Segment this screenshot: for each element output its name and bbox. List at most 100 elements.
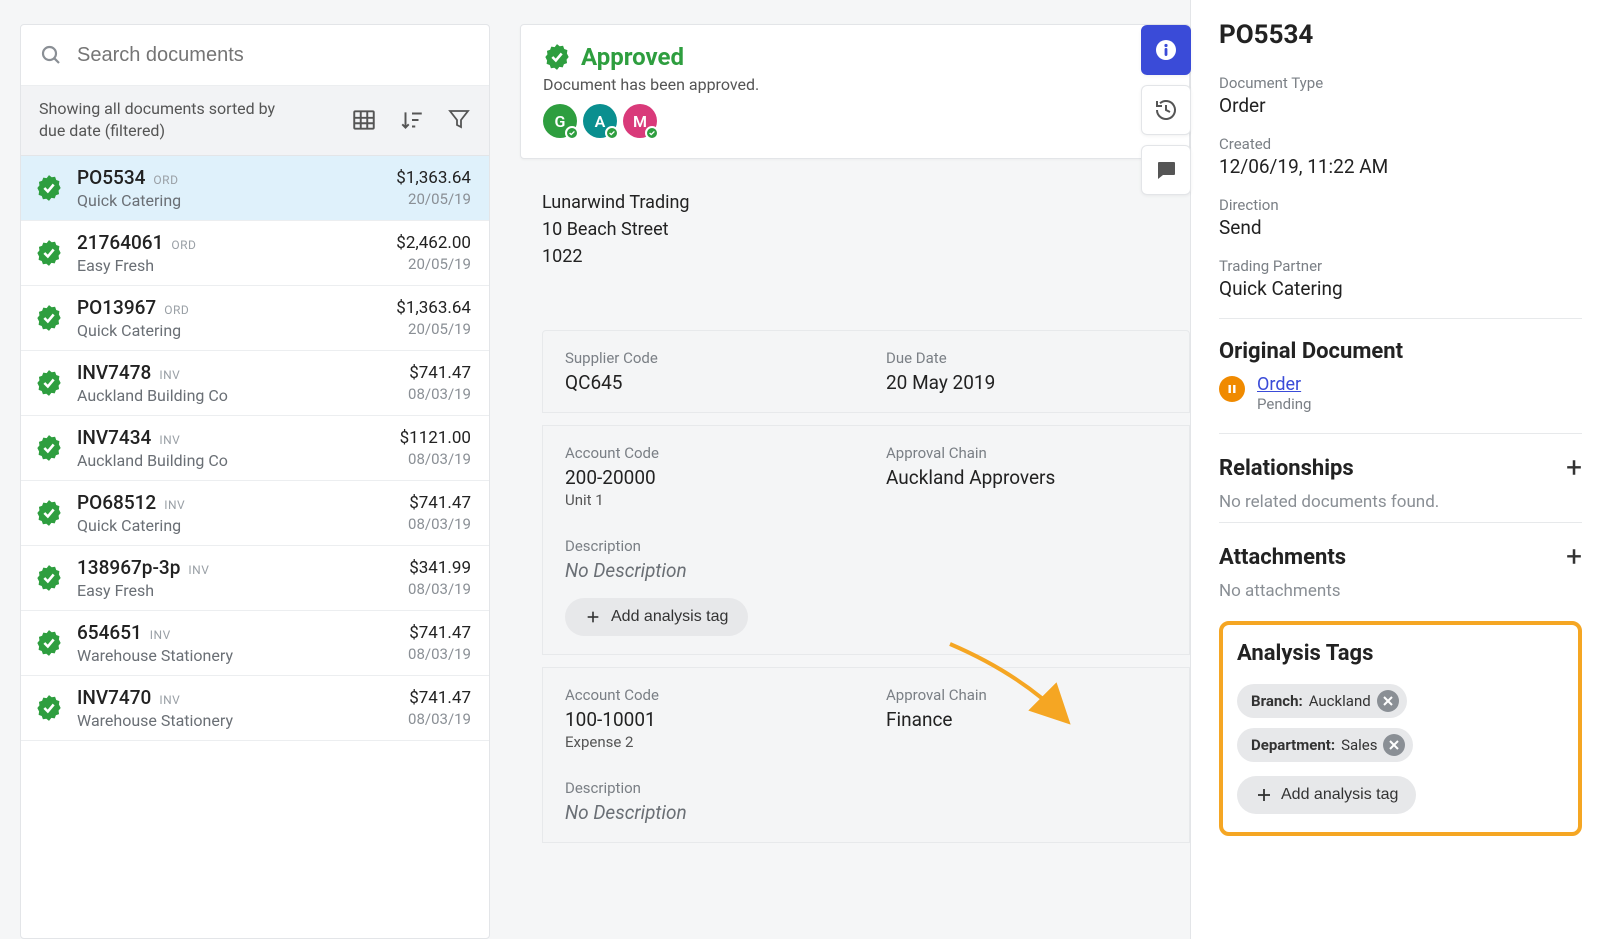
sort-icon[interactable] (399, 107, 425, 133)
history-icon (1154, 98, 1178, 122)
document-id: 21764061 (77, 231, 163, 254)
add-analysis-tag-button[interactable]: Add analysis tag (1237, 776, 1416, 814)
original-doc-status: Pending (1257, 395, 1311, 413)
chip-key: Branch: (1251, 692, 1303, 710)
approved-seal-icon (35, 304, 63, 332)
document-company: Easy Fresh (77, 256, 382, 275)
document-type-badge: INV (159, 368, 180, 382)
document-date: 08/03/19 (408, 645, 471, 663)
info-tab-button[interactable] (1141, 25, 1191, 75)
relationships-header: Relationships (1219, 456, 1354, 481)
detail-title: PO5534 (1219, 20, 1582, 50)
document-list-item[interactable]: INV7434INVAuckland Building Co$1121.0008… (21, 416, 489, 481)
due-date-label: Due Date (886, 349, 1167, 367)
add-attachment-button[interactable]: + (1566, 543, 1582, 571)
document-date: 20/05/19 (396, 255, 471, 273)
account-code-sub: Expense 2 (565, 733, 846, 751)
document-amount: $341.99 (408, 558, 471, 578)
document-amount: $1121.00 (400, 428, 471, 448)
grid-view-icon[interactable] (351, 107, 377, 133)
document-list-item[interactable]: PO13967ORDQuick Catering$1,363.6420/05/1… (21, 286, 489, 351)
analysis-tags-section: Analysis Tags Branch: AucklandDepartment… (1219, 621, 1582, 836)
add-analysis-tag-label: Add analysis tag (1281, 786, 1398, 804)
document-list-panel: Showing all documents sorted by due date… (20, 24, 490, 939)
document-company: Auckland Building Co (77, 386, 394, 405)
approver-avatar: A (583, 104, 617, 138)
history-tab-button[interactable] (1141, 85, 1191, 135)
document-date: 20/05/19 (396, 190, 471, 208)
account-code-value: 100-10001 (565, 708, 846, 731)
address-street: 10 Beach Street (542, 216, 1190, 243)
document-amount: $741.47 (408, 688, 471, 708)
document-id: 654651 (77, 621, 142, 644)
analysis-tag-chip: Department: Sales (1237, 728, 1413, 762)
address-block: Lunarwind Trading 10 Beach Street 1022 (542, 189, 1190, 270)
line-item-section: Account Code200-20000Unit 1Approval Chai… (542, 425, 1190, 655)
search-input[interactable] (77, 44, 471, 67)
analysis-tags-chips: Branch: AucklandDepartment: Sales (1237, 684, 1564, 762)
approved-seal-icon (35, 694, 63, 722)
address-name: Lunarwind Trading (542, 189, 1190, 216)
attachments-empty: No attachments (1219, 581, 1582, 601)
original-doc-link[interactable]: Order (1257, 374, 1311, 395)
document-id: INV7470 (77, 686, 151, 709)
direction-value: Send (1219, 216, 1582, 239)
search-icon (39, 43, 63, 67)
search-row (21, 25, 489, 86)
document-date: 08/03/19 (408, 710, 471, 728)
approval-chain-value: Auckland Approvers (886, 466, 1167, 489)
direction-label: Direction (1219, 196, 1582, 214)
doc-type-value: Order (1219, 94, 1582, 117)
status-subtitle: Document has been approved. (543, 75, 1167, 94)
description-value: No Description (565, 801, 1167, 824)
document-type-badge: ORD (164, 303, 189, 317)
approved-seal-icon (543, 43, 571, 71)
document-company: Quick Catering (77, 191, 382, 210)
document-amount: $741.47 (408, 623, 471, 643)
document-amount: $1,363.64 (396, 298, 471, 318)
comment-icon (1154, 158, 1178, 182)
close-icon (1382, 695, 1394, 707)
add-relationship-button[interactable]: + (1566, 454, 1582, 482)
document-company: Auckland Building Co (77, 451, 386, 470)
line-add-analysis-tag-button[interactable]: Add analysis tag (565, 598, 748, 636)
document-list-item[interactable]: INV7478INVAuckland Building Co$741.4708/… (21, 351, 489, 416)
document-amount: $1,363.64 (396, 168, 471, 188)
approved-seal-icon (35, 239, 63, 267)
comments-tab-button[interactable] (1141, 145, 1191, 195)
approved-seal-icon (35, 499, 63, 527)
document-amount: $741.47 (408, 493, 471, 513)
approval-chain-label: Approval Chain (886, 686, 1167, 704)
close-icon (1388, 739, 1400, 751)
document-type-badge: INV (188, 563, 209, 577)
document-date: 08/03/19 (408, 385, 471, 403)
document-company: Warehouse Stationery (77, 646, 394, 665)
document-date: 08/03/19 (400, 450, 471, 468)
filter-icon[interactable] (447, 107, 471, 131)
document-list-item[interactable]: 138967p-3pINVEasy Fresh$341.9908/03/19 (21, 546, 489, 611)
approved-seal-icon (35, 174, 63, 202)
document-amount: $2,462.00 (396, 233, 471, 253)
approver-avatars: GAM (543, 104, 1167, 138)
document-list-item[interactable]: 654651INVWarehouse Stationery$741.4708/0… (21, 611, 489, 676)
document-list-item[interactable]: PO68512INVQuick Catering$741.4708/03/19 (21, 481, 489, 546)
summary-section: Supplier Code QC645 Due Date 20 May 2019 (542, 330, 1190, 413)
original-document-row: Order Pending (1219, 374, 1582, 413)
status-title-text: Approved (581, 43, 684, 71)
document-list-item[interactable]: PO5534ORDQuick Catering$1,363.6420/05/19 (21, 156, 489, 221)
approved-seal-icon (35, 369, 63, 397)
created-value: 12/06/19, 11:22 AM (1219, 155, 1582, 178)
document-list-item[interactable]: INV7470INVWarehouse Stationery$741.4708/… (21, 676, 489, 741)
document-date: 08/03/19 (408, 515, 471, 533)
document-detail-panel: Approved Document has been approved. GAM… (520, 24, 1190, 939)
remove-chip-button[interactable] (1377, 690, 1399, 712)
relationships-empty: No related documents found. (1219, 492, 1582, 512)
document-type-badge: INV (164, 498, 185, 512)
address-postcode: 1022 (542, 243, 1190, 270)
line-item-section: Account Code100-10001Expense 2Approval C… (542, 667, 1190, 843)
document-type-badge: INV (159, 433, 180, 447)
info-icon (1154, 38, 1178, 62)
account-code-sub: Unit 1 (565, 491, 846, 509)
document-list-item[interactable]: 21764061ORDEasy Fresh$2,462.0020/05/19 (21, 221, 489, 286)
remove-chip-button[interactable] (1383, 734, 1405, 756)
